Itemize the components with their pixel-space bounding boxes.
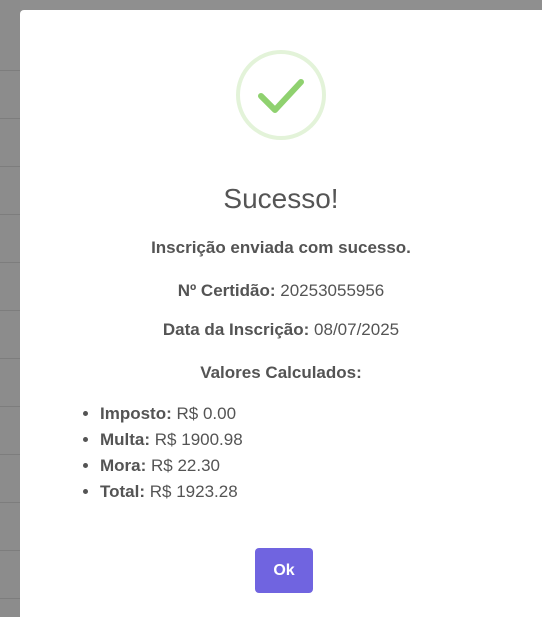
data-inscricao-label: Data da Inscrição: — [162, 320, 310, 339]
success-message: Inscrição enviada com sucesso. — [151, 238, 411, 257]
background-divider — [0, 454, 20, 455]
background-divider — [0, 598, 20, 599]
valores-heading: Valores Calculados: — [200, 363, 362, 382]
success-dialog: Sucesso! Inscrição enviada com sucesso. … — [20, 10, 542, 617]
background-divider — [0, 406, 20, 407]
valor-value: R$ 0.00 — [176, 404, 237, 423]
background-divider — [0, 118, 20, 119]
overlay-top — [0, 0, 542, 10]
background-divider — [0, 70, 20, 71]
valor-label: Mora: — [100, 456, 147, 475]
list-item-total: Total: R$ 1923.28 — [100, 479, 243, 505]
dialog-title: Sucesso! — [223, 183, 339, 214]
valor-label: Multa: — [100, 430, 151, 449]
data-inscricao-value: 08/07/2025 — [314, 320, 400, 339]
valor-label: Imposto: — [100, 404, 172, 423]
background-divider — [0, 310, 20, 311]
valor-value: R$ 1923.28 — [149, 482, 238, 501]
list-item-mora: Mora: R$ 22.30 — [100, 453, 243, 479]
certidao-line: Nº Certidão: 20253055956 — [20, 280, 542, 302]
background-divider — [0, 166, 20, 167]
background-divider — [0, 214, 20, 215]
background-divider — [0, 550, 20, 551]
list-item-imposto: Imposto: R$ 0.00 — [100, 401, 243, 427]
ok-button[interactable]: Ok — [255, 548, 313, 593]
background-divider — [0, 262, 20, 263]
success-check-icon — [236, 50, 326, 140]
background-divider — [0, 502, 20, 503]
certidao-label: Nº Certidão: — [177, 281, 276, 300]
list-item-multa: Multa: R$ 1900.98 — [100, 427, 243, 453]
background-page-sliver — [0, 0, 20, 617]
valores-list: Imposto: R$ 0.00 Multa: R$ 1900.98 Mora:… — [80, 401, 243, 505]
data-inscricao-line: Data da Inscrição: 08/07/2025 — [20, 319, 542, 341]
certidao-value: 20253055956 — [280, 281, 385, 300]
valor-value: R$ 1900.98 — [154, 430, 243, 449]
valor-value: R$ 22.30 — [151, 456, 221, 475]
valor-label: Total: — [100, 482, 146, 501]
background-divider — [0, 358, 20, 359]
